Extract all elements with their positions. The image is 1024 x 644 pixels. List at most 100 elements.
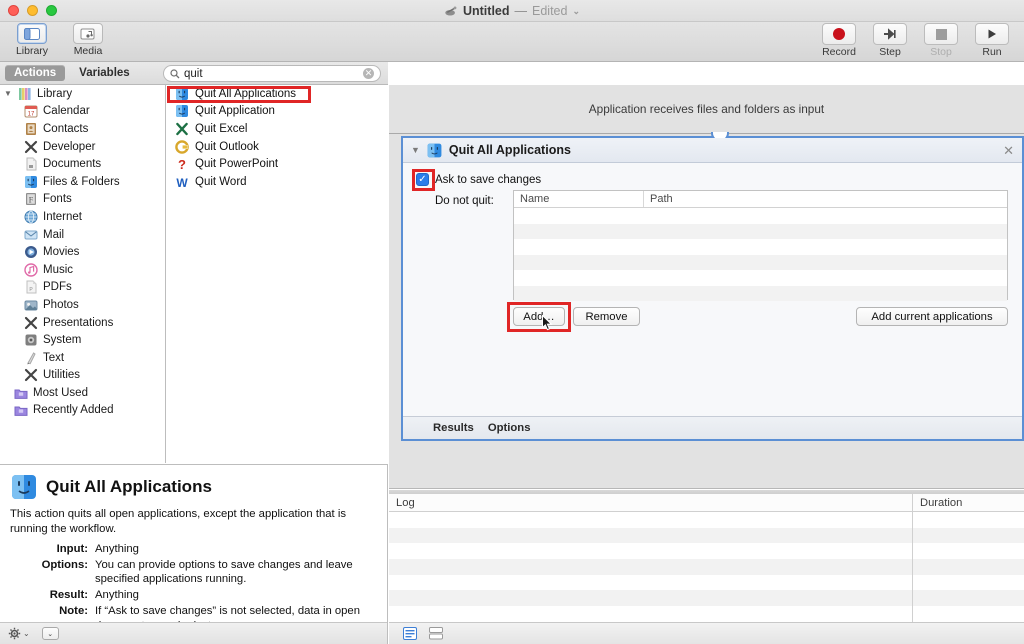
column-header-path[interactable]: Path [644, 191, 1007, 207]
log-cell-duration [913, 559, 1024, 575]
step-arrow-icon [884, 28, 896, 40]
action-list-item[interactable]: Quit Outlook [167, 138, 388, 156]
title-chevron-down-icon[interactable]: ⌄ [572, 6, 580, 17]
action-list-item[interactable]: Quit Application [167, 103, 388, 121]
sidebar-item-library-root[interactable]: ▼ Library [0, 85, 165, 103]
workflow-action-quit-all-applications[interactable]: ▼ Quit All Applications ✕ ✓ Ask to save … [401, 132, 1024, 441]
search-input-value[interactable]: quit [184, 68, 359, 80]
log-row[interactable] [389, 590, 1024, 607]
action-list-item[interactable]: ? Quit PowerPoint [167, 155, 388, 173]
actions-result-list[interactable]: Quit All Applications Quit Application Qui… [167, 85, 388, 463]
action-settings-menu[interactable]: ⌄ [8, 627, 30, 640]
tab-results[interactable]: Results [433, 422, 474, 434]
sidebar-item-files-folders[interactable]: Files & Folders [0, 173, 165, 191]
record-button[interactable]: Record [815, 22, 863, 58]
sidebar-item-documents[interactable]: Documents [0, 155, 165, 173]
action-close-icon[interactable]: ✕ [1003, 143, 1014, 159]
log-cell-duration [913, 575, 1024, 591]
action-title: Quit All Applications [448, 143, 571, 157]
sidebar-item-text[interactable]: Text [0, 349, 165, 367]
sidebar-item-mail[interactable]: Mail [0, 226, 165, 244]
log-cell-message [389, 574, 913, 591]
action-list-item[interactable]: Quit Excel [167, 120, 388, 138]
column-header-log[interactable]: Log [389, 494, 913, 511]
sidebar-item-most-used[interactable]: Most Used [0, 384, 165, 402]
tab-options[interactable]: Options [488, 422, 531, 434]
search-field[interactable]: quit ✕ [163, 65, 381, 82]
column-header-duration[interactable]: Duration [913, 494, 1024, 511]
sidebar-item-pdfs[interactable]: P PDFs [0, 279, 165, 297]
log-list-view-icon[interactable] [403, 627, 417, 640]
log-cell-message [389, 527, 913, 544]
stop-button[interactable]: Stop [917, 22, 965, 58]
clear-search-icon[interactable]: ✕ [363, 68, 374, 79]
documents-icon [26, 157, 37, 171]
log-row[interactable] [389, 512, 1024, 528]
toolbar-media-button[interactable]: Media [62, 22, 114, 57]
toolbar-media-label: Media [73, 45, 103, 57]
sidebar-item-system[interactable]: System [0, 331, 165, 349]
log-row[interactable] [389, 543, 1024, 560]
sidebar-item-library-label: Library [37, 87, 73, 100]
action-disclosure-triangle-icon[interactable]: ▼ [411, 145, 420, 155]
action-list-item-label: Quit All Applications [195, 87, 297, 100]
sidebar-item-movies[interactable]: Movies [0, 243, 165, 261]
sidebar-item-fonts[interactable]: F Fonts [0, 191, 165, 209]
table-row[interactable] [514, 285, 1007, 301]
sidebar-item-label: Fonts [43, 193, 72, 206]
sidebar-item-contacts[interactable]: Contacts [0, 120, 165, 138]
sidebar-item-utilities[interactable]: Utilities [0, 367, 165, 385]
table-row[interactable] [514, 223, 1007, 239]
photos-icon [24, 300, 38, 311]
library-category-list[interactable]: ▼ Library 17 Calendar Contacts Developer Doc… [0, 85, 166, 463]
remove-button[interactable]: Remove [573, 307, 640, 326]
table-body[interactable] [514, 208, 1007, 301]
document-title[interactable]: Untitled — Edited ⌄ [0, 0, 1024, 22]
run-button[interactable]: Run [968, 22, 1016, 58]
description-disclosure-button[interactable]: ⌄ [41, 627, 59, 640]
sidebar-item-presentations[interactable]: Presentations [0, 314, 165, 332]
sidebar-item-music[interactable]: Music [0, 261, 165, 279]
description-header: Quit All Applications [0, 465, 387, 500]
tab-actions[interactable]: Actions [5, 65, 66, 81]
log-cell-message [389, 590, 913, 607]
action-header[interactable]: ▼ Quit All Applications ✕ [403, 138, 1022, 163]
action-list-item[interactable]: W Quit Word [167, 173, 388, 191]
add-button[interactable]: Add… [513, 307, 565, 326]
table-row[interactable] [514, 239, 1007, 255]
table-row[interactable] [514, 270, 1007, 286]
add-current-applications-button[interactable]: Add current applications [856, 307, 1008, 326]
action-list-item-label: Quit PowerPoint [195, 158, 279, 171]
ask-to-save-changes-row[interactable]: ✓ Ask to save changes [416, 173, 541, 186]
action-list-item[interactable]: Quit All Applications [167, 85, 388, 103]
log-cell-message [389, 559, 913, 575]
description-value: Anything [95, 589, 139, 602]
ask-to-save-changes-label: Ask to save changes [435, 173, 542, 186]
table-row[interactable] [514, 208, 1007, 224]
finder-icon [176, 87, 188, 100]
ask-to-save-changes-checkbox[interactable]: ✓ [416, 173, 429, 186]
log-row[interactable] [389, 527, 1024, 544]
tab-variables[interactable]: Variables [70, 65, 139, 81]
sidebar-item-recently-added[interactable]: Recently Added [0, 402, 165, 420]
sidebar-item-calendar[interactable]: 17 Calendar [0, 103, 165, 121]
log-cell-message [389, 512, 913, 528]
sidebar-item-developer[interactable]: Developer [0, 138, 165, 156]
log-split-view-icon[interactable] [429, 627, 443, 640]
table-row[interactable] [514, 254, 1007, 270]
search-icon [170, 68, 180, 78]
log-row[interactable] [389, 574, 1024, 591]
workflow-divider [389, 133, 1024, 134]
disclosure-triangle-icon[interactable]: ▼ [4, 89, 13, 98]
sidebar-item-internet[interactable]: Internet [0, 208, 165, 226]
column-header-name[interactable]: Name [514, 191, 644, 207]
run-button-label: Run [982, 46, 1002, 58]
sidebar-item-photos[interactable]: Photos [0, 296, 165, 314]
log-row[interactable] [389, 606, 1024, 622]
do-not-quit-table[interactable]: Name Path [513, 190, 1008, 301]
log-body[interactable] [389, 512, 1024, 622]
workflow-canvas[interactable]: Application receives files and folders a… [389, 85, 1024, 489]
log-row[interactable] [389, 559, 1024, 575]
toolbar-library-button[interactable]: Library [6, 22, 58, 57]
step-button[interactable]: Step [866, 22, 914, 58]
